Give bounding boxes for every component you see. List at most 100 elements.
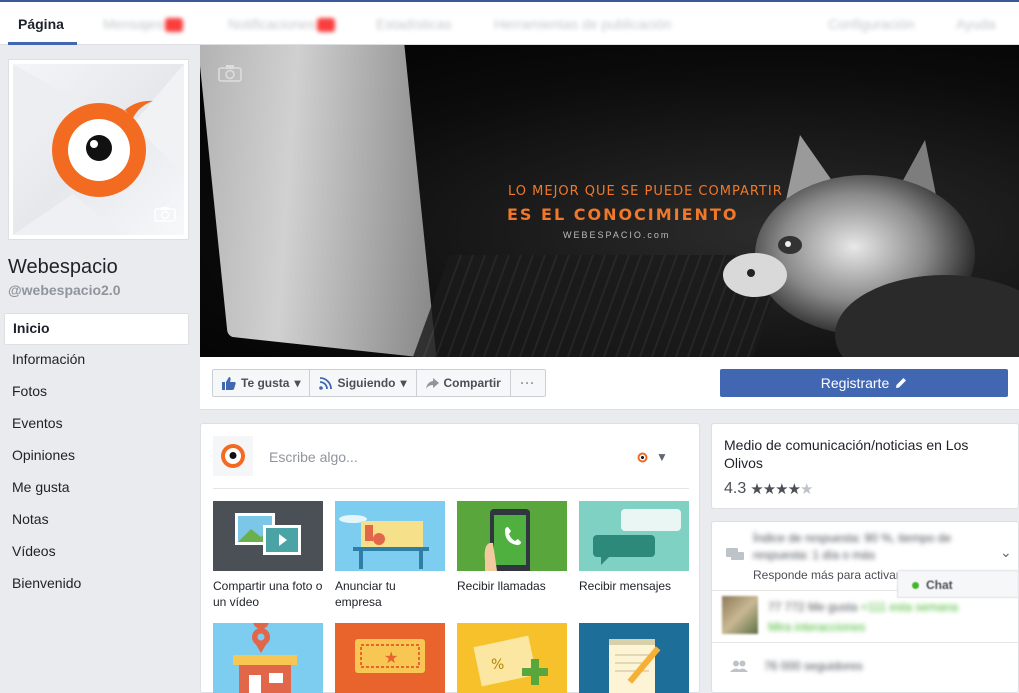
page-action-bar: Te gusta ▾ Siguiendo ▾ Compartir ··· Reg… <box>200 357 1019 410</box>
composer-option-offer[interactable]: % <box>457 623 567 693</box>
tab-pagina[interactable]: Página <box>18 16 64 32</box>
ticket-icon: ★ <box>335 623 445 693</box>
chevron-down-icon: ▾ <box>294 376 301 390</box>
svg-text:%: % <box>491 657 504 673</box>
chevron-down-icon: ▼ <box>656 450 668 464</box>
profile-picture[interactable] <box>8 59 189 240</box>
rating-value: 4.3 <box>724 480 747 497</box>
tab-ayuda[interactable]: Ayuda <box>956 16 995 32</box>
sidebar-item-inicio[interactable]: Inicio <box>4 313 189 345</box>
tab-mensajes-label: Mensajes <box>103 16 163 32</box>
post-as-selector[interactable]: ▼ <box>637 450 668 464</box>
cover-tagline-2: ES EL CONOCIMIENTO <box>507 205 739 224</box>
sidebar-item-videos[interactable]: Vídeos <box>4 537 189 569</box>
composer-option-calls[interactable]: Recibir llamadas <box>457 501 567 594</box>
storefront-icon <box>335 501 445 571</box>
cover-photo[interactable]: LO MEJOR QUE SE PUEDE COMPARTIR ES EL CO… <box>200 45 1019 357</box>
rss-icon <box>319 376 333 390</box>
register-button[interactable]: Registrarte <box>720 369 1008 397</box>
composer-option-note[interactable] <box>579 623 689 693</box>
unread-badge <box>164 18 183 33</box>
page-stats-card: Índice de respuesta: 90 %, tiempo de res… <box>711 521 1019 693</box>
cover-kitten-image <box>723 135 1019 357</box>
page-avatar-icon <box>637 452 648 462</box>
tab-notificaciones[interactable]: Notificaciones <box>228 16 336 33</box>
share-button-label: Compartir <box>443 376 501 390</box>
chat-tab-label: Chat <box>926 578 953 592</box>
left-column: Webespacio @webespacio2.0 Inicio Informa… <box>0 45 200 693</box>
chat-bubbles-icon <box>579 501 689 571</box>
register-button-label: Registrarte <box>820 375 890 391</box>
sidebar-item-fotos[interactable]: Fotos <box>4 377 189 409</box>
tab-mensajes[interactable]: Mensajes <box>103 16 183 33</box>
chat-bubble-icon <box>726 548 744 560</box>
followers-icon <box>730 660 748 672</box>
thumbs-up-icon <box>222 376 236 390</box>
chat-tab[interactable]: Chat <box>897 570 1019 598</box>
tab-configuracion[interactable]: Configuración <box>828 16 914 32</box>
ellipsis-icon: ··· <box>520 376 536 390</box>
likes-weekly-delta: +111 esta semana <box>860 600 959 614</box>
composer-input[interactable]: Escribe algo... <box>269 449 358 465</box>
composer-avatar <box>213 436 253 476</box>
sidebar-item-me-gusta[interactable]: Me gusta <box>4 473 189 505</box>
composer-option-event[interactable]: ★ <box>335 623 445 693</box>
friends-avatar[interactable] <box>722 596 758 634</box>
more-options-button[interactable]: ··· <box>509 369 546 397</box>
coupon-icon: % <box>457 623 567 693</box>
location-store-icon <box>213 623 323 693</box>
composer-option-label: Recibir llamadas <box>457 579 546 593</box>
divider <box>213 488 689 489</box>
sidebar-item-notas[interactable]: Notas <box>4 505 189 537</box>
like-button[interactable]: Te gusta ▾ <box>212 369 311 397</box>
composer-option-label: Recibir mensajes <box>579 579 672 593</box>
chevron-down-icon[interactable]: ⌄ <box>1000 544 1012 561</box>
cover-site-label: WEBESPACIO.com <box>563 230 671 240</box>
unread-badge <box>317 18 336 33</box>
page-rating[interactable]: 4.3 ★★★★★ <box>724 480 814 498</box>
post-composer: Escribe algo... ▼ Compartir una foto o u… <box>200 423 700 693</box>
following-button[interactable]: Siguiendo ▾ <box>309 369 417 397</box>
avatar <box>13 64 184 235</box>
online-status-dot <box>912 582 919 589</box>
page-actions-group: Te gusta ▾ Siguiendo ▾ Compartir ··· <box>212 369 546 397</box>
about-card: Medio de comunicación/noticias en Los Ol… <box>711 423 1019 509</box>
photo-video-icon <box>213 501 323 571</box>
composer-option-label: Compartir una foto o un vídeo <box>213 579 323 609</box>
share-arrow-icon <box>425 377 439 389</box>
sidebar-item-eventos[interactable]: Eventos <box>4 409 189 441</box>
cover-tagline-1: LO MEJOR QUE SE PUEDE COMPARTIR <box>508 184 783 199</box>
page-title[interactable]: Webespacio <box>8 256 118 279</box>
cover-laptop-screen <box>200 45 437 357</box>
sidebar-item-bienvenido[interactable]: Bienvenido <box>4 569 189 601</box>
pencil-icon <box>896 378 907 388</box>
phone-call-icon <box>457 501 567 571</box>
tab-herramientas[interactable]: Herramientas de publicación <box>494 16 671 32</box>
composer-option-location[interactable] <box>213 623 323 693</box>
sidebar-item-opiniones[interactable]: Opiniones <box>4 441 189 473</box>
following-button-label: Siguiendo <box>337 376 396 390</box>
page-admin-tabbar: Página Mensajes Notificaciones Estadísti… <box>0 0 1019 45</box>
notepad-icon <box>579 623 689 693</box>
response-hint: Responde más para activar <box>753 568 900 582</box>
camera-icon[interactable] <box>154 206 176 227</box>
page-username[interactable]: @webespacio2.0 <box>8 282 120 298</box>
share-button[interactable]: Compartir <box>415 369 511 397</box>
composer-option-messages[interactable]: Recibir mensajes <box>579 501 689 594</box>
composer-option-label: Anunciar tu empresa <box>335 579 396 609</box>
like-button-label: Te gusta <box>241 376 290 390</box>
sidebar-item-informacion[interactable]: Información <box>4 345 189 377</box>
tab-estadisticas[interactable]: Estadísticas <box>376 16 451 32</box>
page-category[interactable]: Medio de comunicación/noticias en Los Ol… <box>724 436 1004 472</box>
composer-option-photo[interactable]: Compartir una foto o un vídeo <box>213 501 323 610</box>
camera-icon[interactable] <box>218 64 242 87</box>
divider <box>712 642 1019 643</box>
response-rate-text: Índice de respuesta: 90 %, tiempo de res… <box>753 531 952 562</box>
composer-option-advertise[interactable]: Anunciar tu empresa <box>335 501 445 610</box>
chevron-down-icon: ▾ <box>400 376 407 390</box>
likes-count-value: 77 772 Me gusta <box>768 600 858 614</box>
likes-count: 77 772 Me gusta +111 esta semana <box>768 600 958 614</box>
followers-count: 76 000 seguidores <box>764 659 863 673</box>
likes-friends-link[interactable]: Mira interacciones <box>768 620 865 634</box>
star-rating-icon: ★★★★★ <box>750 481 813 498</box>
